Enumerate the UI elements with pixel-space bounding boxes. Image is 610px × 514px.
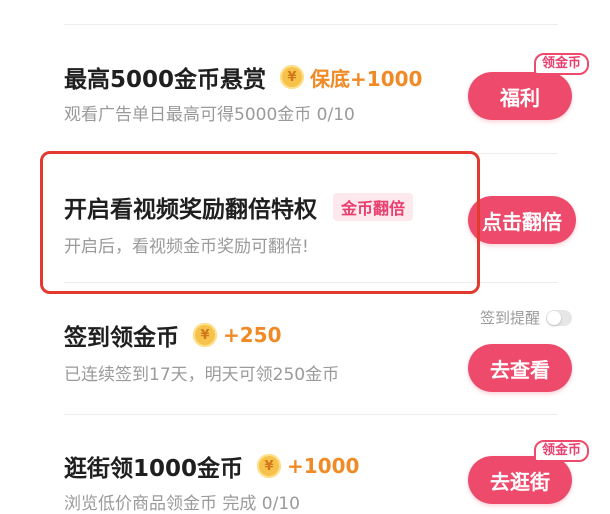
task-description: 观看广告单日最高可得5000金币 0/10 bbox=[64, 105, 355, 125]
task-title: 最高5000金币悬赏 bbox=[64, 67, 267, 93]
view-check-in-button[interactable]: 去查看 bbox=[468, 344, 572, 392]
reminder-toggle[interactable] bbox=[546, 309, 572, 326]
coin-icon: ¥ bbox=[280, 65, 305, 89]
task-title-row: 逛街领1000金币 ¥ +1000 bbox=[64, 449, 359, 483]
divider bbox=[64, 414, 558, 415]
reward-amount: +1000 bbox=[287, 454, 360, 478]
go-shopping-button[interactable]: 去逛街 bbox=[468, 456, 572, 504]
coin-icon: ¥ bbox=[193, 323, 217, 347]
reward-amount: 保底+1000 bbox=[310, 66, 423, 91]
task-description: 浏览低价商品领金币 完成 0/10 bbox=[64, 494, 300, 514]
task-description: 已连续签到17天，明天可领250金币 bbox=[64, 365, 340, 385]
toggle-knob bbox=[547, 310, 561, 325]
divider bbox=[64, 24, 558, 25]
task-title: 签到领金币 bbox=[64, 325, 179, 351]
task-title-row: 最高5000金币悬赏 ¥ 保底+1000 bbox=[64, 60, 422, 94]
reminder-label: 签到提醒 bbox=[479, 309, 540, 327]
check-in-reminder: 签到提醒 bbox=[480, 307, 572, 328]
claim-coin-badge: 领金币 bbox=[534, 53, 590, 75]
claim-coin-badge: 领金币 bbox=[534, 440, 590, 462]
reward-amount: +250 bbox=[223, 323, 282, 347]
welfare-button[interactable]: 福利 bbox=[468, 72, 572, 120]
double-reward-button[interactable]: 点击翻倍 bbox=[468, 196, 576, 244]
task-title-row: 签到领金币 ¥ +250 bbox=[64, 318, 282, 352]
highlight-box bbox=[40, 151, 480, 294]
task-title: 逛街领1000金币 bbox=[64, 456, 244, 482]
coin-icon: ¥ bbox=[257, 454, 282, 478]
